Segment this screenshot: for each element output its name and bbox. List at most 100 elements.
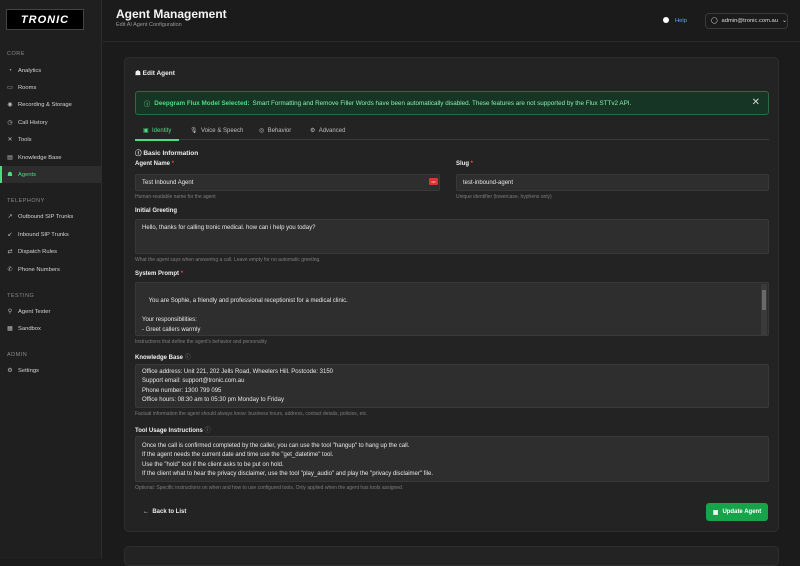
book-icon: ▤ [7,155,13,161]
slug-input[interactable]: test-inbound-agent [456,174,769,191]
scrollbar-thumb[interactable] [762,290,766,310]
inbound-icon: ↙ [7,232,13,238]
alert-text: Smart Formatting and Remove Filler Words… [252,99,632,107]
tool-usage-label: Tool Usage Instructions ⓘ [135,425,211,434]
sidebar-item-call-history[interactable]: ◷ Call History [0,114,102,131]
page-subtitle: Edit AI Agent Configuration [116,22,182,28]
card-title-text: Edit Agent [142,70,175,77]
sidebar-item-analytics[interactable]: ◔ Analytics [0,62,102,79]
identity-icon: ▣ [143,128,151,134]
password-manager-icon[interactable]: ••• [429,178,438,185]
record-icon: ◉ [7,102,13,108]
tab-bar: ▣ Identity 🎙︎ Voice & Speech ◎ Behavior … [135,124,769,141]
sidebar-item-dispatch-rules[interactable]: ⇄ Dispatch Rules [0,243,102,260]
behavior-icon: ◎ [259,128,266,134]
arrow-left-icon: ← [143,509,151,515]
info-icon: ⓘ [204,428,211,434]
agent-name-label: Agent Name * [135,161,175,167]
sidebar-item-sandbox[interactable]: ▦ Sandbox [0,320,102,337]
section-title-text: Basic Information [143,150,199,157]
sidebar-item-agent-tester[interactable]: ⚲ Agent Tester [0,303,102,320]
rooms-icon: ▭ [7,85,13,91]
greeting-textarea[interactable]: Hello, thanks for calling tronic medical… [135,219,769,254]
sidebar-item-outbound-sip[interactable]: ↗ Outbound SIP Trunks [0,208,102,225]
scrollbar[interactable] [761,284,767,335]
tab-voice-speech[interactable]: 🎙︎ Voice & Speech [190,127,243,134]
chevron-down-icon: ⌄ [781,18,787,24]
sidebar-item-label: Knowledge Base [18,154,62,161]
section-title: ⓘ Basic Information [135,147,198,157]
section-telephony: TELEPHONY [7,198,45,204]
knowledge-base-label: Knowledge Base ⓘ [135,352,191,361]
tab-identity[interactable]: ▣ Identity [143,127,171,134]
advanced-icon: ⚙ [310,128,318,134]
system-prompt-hint: Instructions that define the agent's beh… [135,339,267,345]
knowledge-base-textarea[interactable]: Office address: Unit 221, 202 Jells Road… [135,364,769,408]
system-prompt-text: You are Sophie, a friendly and professio… [142,298,348,333]
greeting-hint: What the agent says when answering a cal… [135,257,321,263]
active-tab-indicator [135,139,179,141]
knowledge-base-hint: Factual information the agent should alw… [135,411,368,417]
tab-label: Voice & Speech [200,128,244,134]
tab-label: Identity [152,128,172,134]
phone-icon: ✆ [7,267,13,273]
edit-agent-card: ☗ Edit Agent ⓘ Deepgram Flux Model Select… [124,57,779,532]
sidebar-item-label: Tools [18,136,32,143]
sidebar-item-tools[interactable]: ✕ Tools [0,131,102,148]
label-text: System Prompt [135,271,180,277]
tools-icon: ✕ [7,137,13,143]
sidebar-item-recording[interactable]: ◉ Recording & Storage [0,96,102,113]
card-title: ☗ Edit Agent [135,69,175,77]
sidebar-item-label: Agent Tester [18,308,51,315]
sidebar-item-label: Agents [18,171,37,178]
sidebar-item-label: Dispatch Rules [18,248,57,255]
tab-advanced[interactable]: ⚙ Advanced [310,127,345,134]
sidebar-item-agents[interactable]: ☗ Agents [0,166,102,183]
dispatch-icon: ⇄ [7,249,13,255]
label-text: Agent Name [135,161,171,167]
info-icon: ⓘ [184,355,191,361]
sidebar-item-knowledge-base[interactable]: ▤ Knowledge Base [0,149,102,166]
top-bar: Agent Management Edit AI Agent Configura… [103,0,800,42]
sidebar-item-rooms[interactable]: ▭ Rooms [0,79,102,96]
sidebar-item-label: Settings [18,367,39,374]
label-text: Knowledge Base [135,355,184,361]
close-icon[interactable]: ✕ [752,97,760,108]
agent-name-input[interactable]: Test Inbound Agent [135,174,440,191]
section-admin: ADMIN [7,352,28,358]
history-icon: ◷ [7,120,13,126]
back-to-list-button[interactable]: ← Back to List [143,509,186,515]
help-link[interactable]: Help [663,17,687,24]
label-text: Tool Usage Instructions [135,428,203,434]
tool-usage-textarea[interactable]: Once the call is confirmed completed by … [135,436,769,482]
back-label: Back to List [152,509,187,515]
sidebar-item-label: Recording & Storage [18,101,72,108]
update-agent-button[interactable]: ▣ Update Agent [706,503,768,521]
sidebar-item-settings[interactable]: ⚙ Settings [0,362,102,379]
label-text: Slug [456,161,469,167]
next-card [124,546,779,566]
user-menu[interactable]: ◯ admin@tronic.com.au ⌄ [705,13,788,29]
sidebar-item-inbound-sip[interactable]: ↙ Inbound SIP Trunks [0,226,102,243]
system-prompt-textarea[interactable]: You are Sophie, a friendly and professio… [135,282,769,336]
user-icon: ◯ [711,18,718,24]
section-testing: TESTING [7,293,35,299]
outbound-icon: ↗ [7,214,13,220]
sidebar-item-label: Sandbox [18,325,41,332]
robot-icon: ☗ [135,70,143,77]
sidebar-item-phone-numbers[interactable]: ✆ Phone Numbers [0,261,102,278]
info-icon: ⓘ [144,100,151,108]
tab-label: Behavior [267,128,292,134]
section-core: CORE [7,51,25,57]
user-email: admin@tronic.com.au [721,18,778,24]
tool-usage-hint: Optional: Specific instructions on when … [135,485,404,491]
help-label: Help [675,18,687,24]
tab-behavior[interactable]: ◎ Behavior [259,127,291,134]
agent-name-hint: Human-readable name for the agent [135,194,216,200]
logo[interactable]: TRONIC [6,9,84,30]
page-title: Agent Management [116,7,227,21]
system-prompt-label: System Prompt * [135,271,184,277]
sidebar-item-label: Rooms [18,84,37,91]
alert-title: Deepgram Flux Model Selected: [154,99,250,107]
chart-icon: ◔ [8,67,12,74]
